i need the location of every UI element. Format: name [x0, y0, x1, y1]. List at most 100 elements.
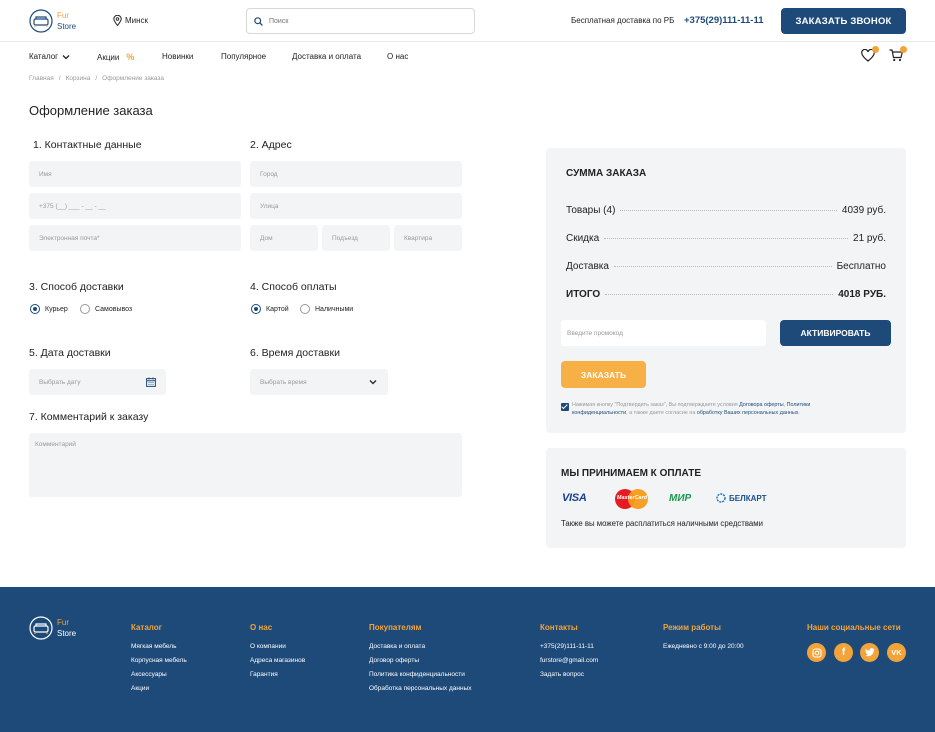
city-selector[interactable]: Минск — [113, 15, 148, 26]
date-picker[interactable]: Выбрать дату — [29, 369, 166, 395]
radio-card-circle[interactable] — [251, 304, 261, 314]
phone-field[interactable]: +375 (__) ___ - __ - __ — [29, 193, 241, 219]
nav-new[interactable]: Новинки — [162, 52, 193, 61]
main-nav: Каталог Акции % Новинки Популярное Доста… — [0, 43, 935, 71]
radio-pickup[interactable]: Самовывоз — [80, 304, 132, 314]
row-leader — [613, 266, 832, 267]
footer-link[interactable]: О компании — [250, 643, 286, 650]
footer-link[interactable]: Гарантия — [250, 671, 278, 678]
calendar-icon[interactable] — [146, 377, 156, 387]
nav-delivery[interactable]: Доставка и оплата — [292, 52, 361, 61]
twitter-icon — [864, 648, 875, 657]
footer-hours-title: Режим работы — [663, 623, 721, 632]
mir-logo: МИР — [669, 493, 692, 504]
agreement-comma: , — [783, 402, 786, 408]
cart-button[interactable] — [889, 46, 907, 67]
offer-link[interactable]: Договора оферты — [739, 402, 784, 408]
address-section-title: 2. Адрес — [250, 139, 292, 151]
summary-total-row: ИТОГО 4018 РУБ. — [566, 289, 886, 300]
footer-catalog-title: Каталог — [131, 623, 162, 632]
total-label: ИТОГО — [566, 289, 601, 300]
page-title: Оформление заказа — [29, 103, 153, 118]
footer-about-title: О нас — [250, 623, 273, 632]
footer-contacts-title: Контакты — [540, 623, 578, 632]
order-summary: СУММА ЗАКАЗА Товары (4) 4039 руб. Скидка 2… — [546, 148, 906, 433]
radio-pickup-label: Самовывоз — [95, 305, 133, 313]
radio-pickup-circle[interactable] — [80, 304, 90, 314]
facebook-button[interactable]: f — [834, 643, 853, 662]
personal-data-link[interactable]: обработку Ваших персональных данных — [697, 410, 799, 416]
mastercard-text: MasterCard — [616, 495, 648, 501]
nav-catalog[interactable]: Каталог — [29, 52, 70, 61]
search-box[interactable] — [246, 8, 475, 34]
footer-ask-question[interactable]: Задать вопрос — [540, 671, 584, 678]
nav-about[interactable]: О нас — [387, 52, 408, 61]
site-footer: Fur Store Каталог Мягкая мебель Корпусная… — [0, 587, 935, 732]
breadcrumb-home[interactable]: Главная — [29, 75, 54, 82]
chevron-down-icon — [62, 54, 70, 59]
time-select[interactable]: Выбрать время — [250, 369, 388, 395]
footer-link[interactable]: Доставка и оплата — [369, 643, 425, 650]
callback-button[interactable]: ЗАКАЗАТЬ ЗВОНОК — [781, 8, 906, 34]
belkart-icon — [716, 493, 726, 503]
order-button[interactable]: ЗАКАЗАТЬ — [561, 361, 646, 388]
sofa-logo-icon — [29, 9, 53, 33]
cart-count-badge — [900, 46, 907, 53]
vk-button[interactable]: VK — [887, 643, 906, 662]
row-leader — [604, 238, 849, 239]
wishlist-button[interactable] — [861, 46, 879, 67]
wishlist-count-badge — [872, 46, 879, 53]
breadcrumb-separator: / — [95, 75, 98, 82]
footer-link[interactable]: Корпусная мебель — [131, 657, 187, 664]
promo-input[interactable]: Введите промокод — [561, 320, 766, 346]
footer-link[interactable]: Договор оферты — [369, 657, 419, 664]
street-field[interactable]: Улица — [250, 193, 462, 219]
nav-popular[interactable]: Популярное — [221, 52, 266, 61]
footer-email[interactable]: furstore@gmail.com — [540, 657, 598, 664]
instagram-button[interactable] — [807, 643, 826, 662]
payment-method-title: 4. Способ оплаты — [250, 281, 337, 293]
breadcrumb-cart[interactable]: Корзина — [66, 75, 91, 82]
header-phone[interactable]: +375(29)111-11-11 — [684, 15, 764, 26]
footer-phone[interactable]: +375(29)111-11-11 — [540, 643, 594, 650]
city-field[interactable]: Город — [250, 161, 462, 187]
nav-sales[interactable]: Акции % — [97, 52, 134, 62]
footer-link[interactable]: Обработка персональных данных — [369, 685, 472, 692]
footer-logo[interactable]: Fur Store — [29, 616, 76, 640]
footer-hours: Ежедневно с 9:00 до 20:00 — [663, 643, 744, 650]
entrance-field[interactable]: Подъезд — [322, 225, 390, 251]
comment-textarea[interactable]: Комментарий — [29, 433, 462, 497]
logo[interactable]: Fur Store — [29, 9, 76, 33]
twitter-button[interactable] — [860, 643, 879, 662]
footer-link[interactable]: Аксессуары — [131, 671, 167, 678]
goods-value: 4039 руб. — [841, 205, 886, 216]
name-field[interactable]: Имя — [29, 161, 241, 187]
belkart-text: БЕЛКАРТ — [729, 493, 767, 503]
radio-cash-circle[interactable] — [300, 304, 310, 314]
email-field[interactable]: Электронная почта* — [29, 225, 241, 251]
flat-field[interactable]: Квартира — [394, 225, 462, 251]
agreement: Нажимая кнопку "Подтвердить заказ", Вы п… — [561, 402, 861, 417]
site-header: Fur Store Минск Бесплатная доставка по РБ… — [0, 0, 935, 42]
shipping-value: Бесплатно — [836, 261, 886, 272]
footer-link[interactable]: Мягкая мебель — [131, 643, 176, 650]
footer-link[interactable]: Акции — [131, 685, 149, 692]
radio-cash[interactable]: Наличными — [300, 304, 353, 314]
radio-courier-circle[interactable] — [30, 304, 40, 314]
search-input[interactable] — [269, 17, 459, 25]
footer-link[interactable]: Политика конфиденциальности — [369, 671, 465, 678]
contacts-section-title: 1. Контактные данные — [33, 139, 142, 151]
location-pin-icon — [113, 15, 122, 26]
activate-button[interactable]: АКТИВИРОВАТЬ — [780, 320, 891, 346]
agreement-checkbox[interactable] — [561, 403, 569, 411]
breadcrumb-separator: / — [58, 75, 61, 82]
goods-label: Товары (4) — [566, 205, 616, 216]
house-field[interactable]: Дом — [250, 225, 318, 251]
summary-discount-row: Скидка 21 руб. — [566, 233, 886, 244]
date-placeholder: Выбрать дату — [39, 378, 81, 386]
radio-card[interactable]: Картой — [251, 304, 289, 314]
footer-link[interactable]: Адреса магазинов — [250, 657, 305, 664]
chevron-down-icon — [369, 380, 377, 385]
shipping-note: Бесплатная доставка по РБ — [571, 16, 675, 25]
radio-courier[interactable]: Курьер — [30, 304, 68, 314]
